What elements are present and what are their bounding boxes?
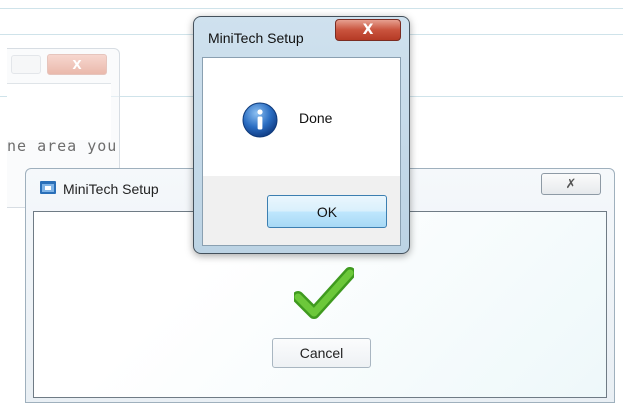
background-window-close-button[interactable]: X — [47, 54, 107, 75]
background-window-maximize-button[interactable] — [11, 55, 41, 74]
setup-window-title: MiniTech Setup — [63, 181, 159, 197]
dialog-close-button[interactable]: X — [335, 19, 401, 41]
cancel-button[interactable]: Cancel — [272, 338, 371, 368]
dialog-message: Done — [299, 110, 333, 126]
close-icon: X — [72, 57, 82, 72]
background-window-text: ne area you — [7, 137, 118, 155]
checkmark-icon — [294, 267, 354, 319]
close-icon: ✗ — [565, 176, 577, 192]
ok-button[interactable]: OK — [267, 195, 387, 228]
background-window-body — [7, 83, 111, 140]
background-line-top — [0, 8, 623, 9]
close-icon: X — [362, 22, 374, 38]
message-dialog: MiniTech Setup X Done OK — [193, 16, 410, 254]
dialog-title: MiniTech Setup — [208, 30, 304, 46]
info-icon — [242, 102, 278, 138]
setup-window-close-button[interactable]: ✗ — [541, 173, 601, 195]
dialog-content: Done OK — [202, 57, 401, 246]
app-icon — [40, 181, 56, 194]
background-window-titlebar: X — [7, 49, 119, 81]
